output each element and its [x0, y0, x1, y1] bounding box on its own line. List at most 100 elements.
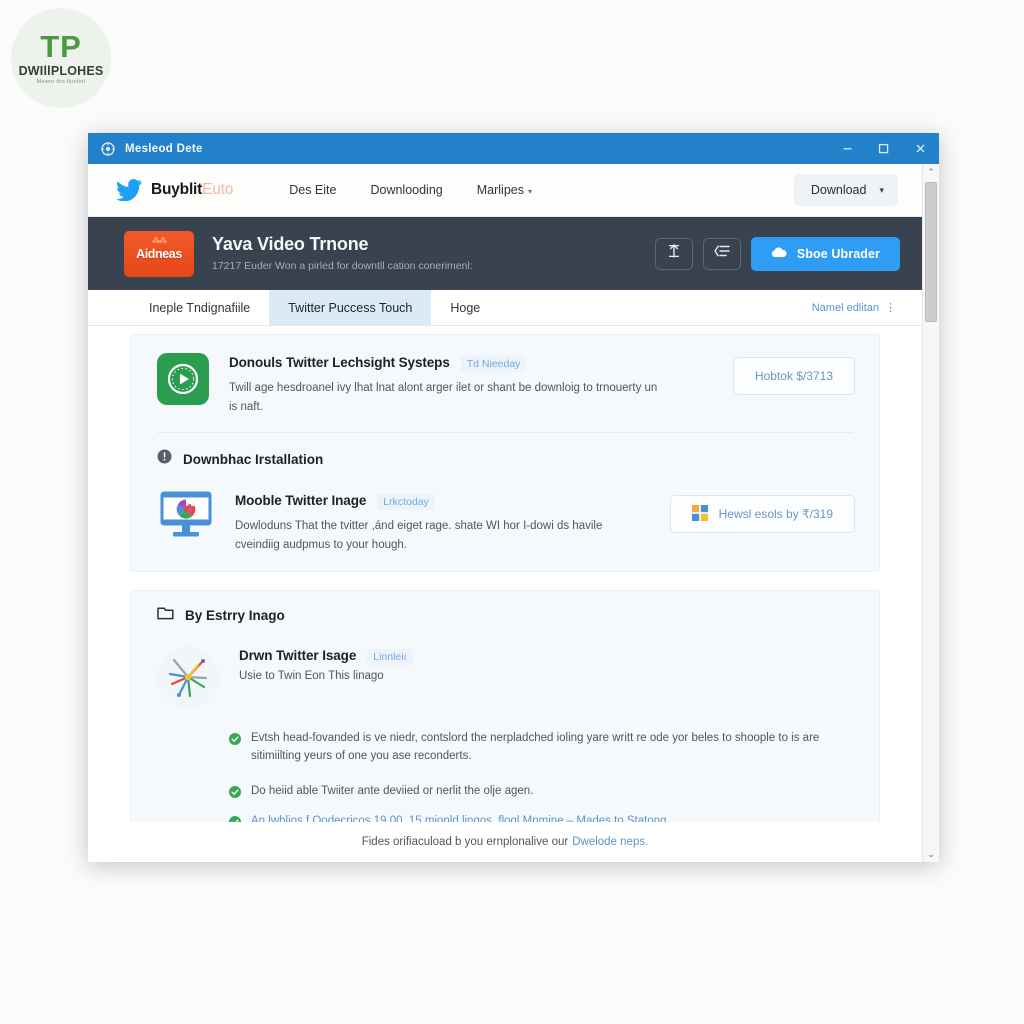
list-item: Evtsh head-fovanded is ve niedr, contslo…: [229, 729, 855, 765]
tab-label: Hoge: [450, 300, 481, 315]
list-item-action: Hewsl esols by ₹/319: [669, 491, 855, 534]
tab-label: Twitter Puccess Touch: [288, 300, 413, 315]
list-item-heading-row: Drwn Twitter Isage Linnleiı: [239, 648, 855, 665]
list-item: Do heiid able Twiiter ante deviied or ne…: [229, 782, 855, 803]
hero-banner: ⁂⁂ Aidneas Yava Video Trnone 17217 Euder…: [88, 217, 922, 290]
status-badge: Td Nieeday: [460, 356, 527, 372]
cloud-upload-icon: [771, 246, 787, 262]
minimize-button[interactable]: [829, 133, 865, 164]
hobtok-button[interactable]: Hobtok $/3713: [732, 357, 855, 395]
check-circle-icon: [229, 785, 241, 803]
content-column: BuyblitEuto Des Eite Downlooding Marlipe…: [88, 164, 922, 862]
list-item[interactable]: Mooble Twitter Inage Lrkctoday Dowloduns…: [131, 473, 879, 570]
check-circle-icon: [229, 815, 241, 822]
hewsl-esols-button-label: Hewsl esols by ₹/319: [718, 507, 833, 522]
scrollbar-track[interactable]: [923, 180, 939, 862]
tab-ineple-tndignafiile[interactable]: Ineple Tndignafiile: [130, 290, 269, 325]
upload-arrow-icon-button[interactable]: [654, 237, 693, 270]
window-controls: [829, 133, 939, 164]
hewsl-esols-button[interactable]: Hewsl esols by ₹/319: [669, 495, 855, 534]
nav-link-marlipes[interactable]: Marlipes ▾: [477, 183, 532, 197]
list-item-description: Dowloduns That the tvitter ,ánd eiget ra…: [235, 520, 603, 551]
color-burst-icon: [157, 645, 219, 708]
monitor-colorwheel-icon: [157, 491, 215, 539]
list-item-body: Donouls Twitter Lechsight Systeps Td Nie…: [209, 353, 717, 416]
section-heading-title: Downbhac Irstallation: [183, 451, 324, 467]
bullet-text: Evtsh head-fovanded is ve niedr, contslo…: [251, 731, 820, 762]
nav-link-des-eite[interactable]: Des Eite: [289, 183, 336, 197]
site-navbar: BuyblitEuto Des Eite Downlooding Marlipe…: [88, 164, 922, 217]
status-badge: Lrkctoday: [377, 494, 435, 511]
tab-twitter-puccess-touch[interactable]: Twitter Puccess Touch: [269, 290, 432, 325]
brand-logo[interactable]: BuyblitEuto: [116, 179, 233, 202]
bullet-text: An lwblios f Oodecricos.19.00. 15 mionld…: [251, 814, 667, 822]
application-window: Mesleod Dete BuyblitEuto Des Eite Downlo…: [88, 133, 939, 862]
brand-text: BuyblitEuto: [151, 181, 233, 199]
close-button[interactable]: [901, 133, 939, 164]
page-footer: Fides orifiacuload b you ernplonalive ou…: [88, 822, 922, 862]
hero-cta-button[interactable]: Sboe Ubrader: [750, 236, 900, 271]
list-item[interactable]: Drwn Twitter Isage Linnleiı Usie to Twin…: [131, 628, 879, 712]
hero-subtitle: 17217 Euder Won a pirled for downtll cat…: [212, 259, 473, 272]
tab-right-link[interactable]: Namel edlitan ⋮: [812, 290, 896, 325]
brand-primary: Buyblit: [151, 181, 203, 198]
navbar-right: Download ▾: [793, 174, 898, 206]
vertical-scrollbar[interactable]: ⌃ ⌄: [922, 164, 939, 862]
list-item-description: Twill age hesdroanel ivy lhat lnat alont…: [229, 382, 658, 413]
list-item[interactable]: Donouls Twitter Lechsight Systeps Td Nie…: [131, 335, 879, 432]
nav-link-label: Downlooding: [370, 183, 443, 197]
list-item-heading-row: Mooble Twitter Inage Lrkctoday: [235, 493, 654, 511]
hero-cta-label: Sboe Ubrader: [796, 246, 880, 261]
card-heading-estrry: By Estrry Inago: [131, 591, 879, 628]
scrollbar-thumb[interactable]: [925, 182, 937, 322]
info-circle-icon: [157, 449, 172, 469]
nav-link-downlooding[interactable]: Downlooding: [370, 183, 442, 197]
footer-link[interactable]: Dwelode neps.: [572, 836, 648, 848]
list-item[interactable]: An lwblios f Oodecricos.19.00. 15 mionld…: [229, 812, 855, 822]
bookmark-folder-icon: [157, 606, 174, 626]
maximize-button[interactable]: [865, 133, 901, 164]
download-dropdown-button[interactable]: Download ▾: [793, 174, 898, 206]
app-tile-icon: [691, 504, 708, 524]
watermark-name: DWIllPLOHES: [18, 63, 104, 78]
chevron-down-icon: ▾: [528, 187, 533, 196]
feature-bullet-list: Evtsh head-fovanded is ve niedr, contslo…: [131, 729, 879, 822]
hobtok-button-label: Hobtok $/3713: [754, 369, 833, 383]
window-body: BuyblitEuto Des Eite Downlooding Marlipe…: [88, 164, 939, 862]
list-item-heading-row: Donouls Twitter Lechsight Systeps Td Nie…: [229, 355, 717, 372]
list-item-title: Mooble Twitter Inage: [235, 493, 367, 509]
footer-text: Fides orifiacuload b you ernplonalive ou…: [361, 836, 569, 848]
align-list-icon-button[interactable]: [702, 237, 741, 270]
hero-thumb-label: Aidneas: [136, 246, 182, 261]
scroll-down-button[interactable]: ⌄: [923, 846, 939, 862]
align-list-icon: [713, 243, 731, 264]
overflow-menu-icon: ⋮: [885, 302, 896, 314]
brand-secondary: Euto: [202, 181, 234, 198]
list-item-subline: Usie to Twin Eon This linago: [239, 669, 384, 682]
list-item-body: Drwn Twitter Isage Linnleiı Usie to Twin…: [219, 646, 855, 682]
tab-label: Ineple Tndignafiile: [149, 300, 251, 315]
tab-hoge[interactable]: Hoge: [431, 290, 499, 325]
nav-links: Des Eite Downlooding Marlipes ▾: [289, 183, 532, 197]
check-circle-icon: [229, 732, 241, 750]
section-heading-installation: Downbhac Irstallation: [131, 433, 879, 473]
hero-text: Yava Video Trnone 17217 Euder Won a pirl…: [212, 233, 473, 273]
bullet-text: Do heiid able Twiiter ante deviied or ne…: [251, 784, 534, 797]
tab-right-label: Namel edlitan: [811, 301, 879, 314]
hero-thumbnail: ⁂⁂ Aidneas: [124, 230, 194, 277]
card-downloads: Donouls Twitter Lechsight Systeps Td Nie…: [130, 334, 880, 572]
list-item-action: Hobtok $/3713: [732, 353, 855, 395]
watermark-initials: TP: [40, 28, 82, 64]
window-titlebar: Mesleod Dete: [88, 133, 939, 164]
nav-link-label: Des Eite: [289, 183, 337, 197]
hero-title: Yava Video Trnone: [212, 234, 369, 255]
content-scroll-area[interactable]: Donouls Twitter Lechsight Systeps Td Nie…: [88, 326, 922, 822]
download-dropdown-label: Download: [810, 183, 867, 197]
card-estrry-inago: By Estrry Inago Drwn Twitter Isage Linnl…: [130, 589, 880, 822]
scroll-up-button[interactable]: ⌃: [923, 164, 939, 180]
hero-thumb-mark: ⁂⁂: [152, 235, 167, 245]
nav-link-label: Marlipes: [476, 183, 524, 197]
hero-actions: Sboe Ubrader: [654, 236, 900, 271]
upload-arrow-icon: [666, 243, 682, 264]
tab-bar: Ineple Tndignafiile Twitter Puccess Touc…: [88, 290, 922, 326]
